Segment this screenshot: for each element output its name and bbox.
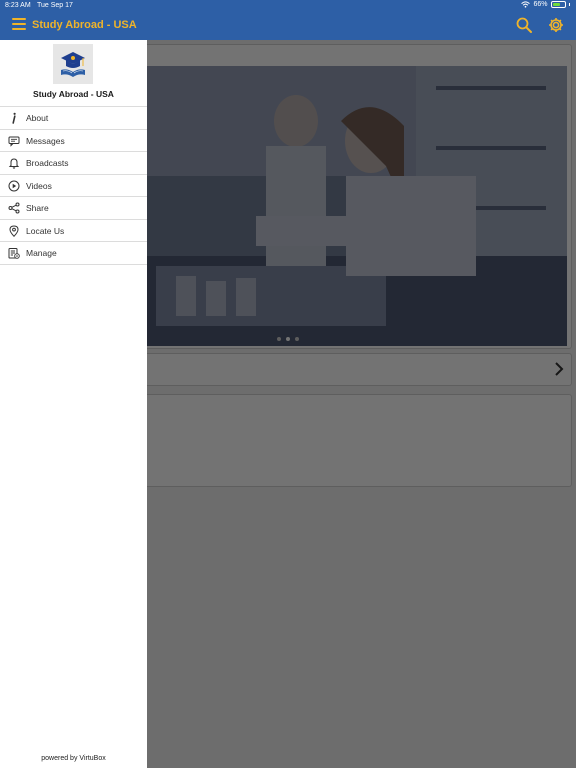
info-icon: [12, 112, 16, 124]
app-header: 8:23 AM Tue Sep 17 66% Study Abroad - US…: [0, 0, 576, 40]
drawer-item-label: Manage: [26, 248, 57, 258]
drawer-menu: About Messages Broadcasts Videos Share L…: [0, 106, 147, 265]
share-icon: [8, 202, 20, 214]
drawer-item-manage[interactable]: Manage: [0, 242, 147, 265]
manage-icon: [8, 248, 20, 259]
battery-level: [552, 3, 560, 6]
drawer-item-locate-us[interactable]: Locate Us: [0, 220, 147, 242]
drawer-item-label: Share: [26, 203, 49, 213]
menu-icon[interactable]: [12, 18, 26, 32]
drawer-item-label: About: [26, 113, 49, 123]
status-bar: 8:23 AM Tue Sep 17 66%: [0, 0, 576, 11]
powered-by-footer: powered by VirtuBox: [41, 755, 106, 762]
drawer-item-label: Videos: [26, 180, 52, 191]
messages-icon: [8, 136, 20, 147]
app-logo: [53, 44, 93, 84]
drawer-item-label: Locate Us: [26, 225, 65, 236]
drawer-item-label: Broadcasts: [26, 158, 69, 168]
drawer-item-videos[interactable]: Videos: [0, 175, 147, 197]
app-screen: 8:23 AM Tue Sep 17 66% Study Abroad - US…: [0, 0, 576, 768]
status-time: 8:23 AM: [5, 2, 31, 9]
battery-tip: [568, 3, 570, 6]
wifi-icon: [521, 1, 531, 8]
bell-icon: [8, 158, 20, 169]
battery-icon: [550, 1, 566, 8]
status-date: Tue Sep 17: [37, 2, 73, 9]
drawer-title: Study Abroad - USA: [33, 89, 114, 99]
location-pin-icon: [9, 224, 19, 237]
app-title: Study Abroad - USA: [32, 19, 137, 31]
drawer-item-share[interactable]: Share: [0, 197, 147, 220]
play-icon: [8, 180, 20, 191]
navigation-drawer: Study Abroad - USA About Messages Broadc…: [0, 40, 147, 768]
battery-percent: 66%: [533, 1, 548, 8]
gear-icon[interactable]: [548, 17, 564, 33]
drawer-item-label: Messages: [26, 135, 65, 146]
drawer-item-messages[interactable]: Messages: [0, 130, 147, 152]
drawer-item-about[interactable]: About: [0, 107, 147, 130]
status-indicators: 66%: [521, 1, 570, 8]
search-icon[interactable]: [516, 17, 532, 33]
drawer-item-broadcasts[interactable]: Broadcasts: [0, 152, 147, 175]
